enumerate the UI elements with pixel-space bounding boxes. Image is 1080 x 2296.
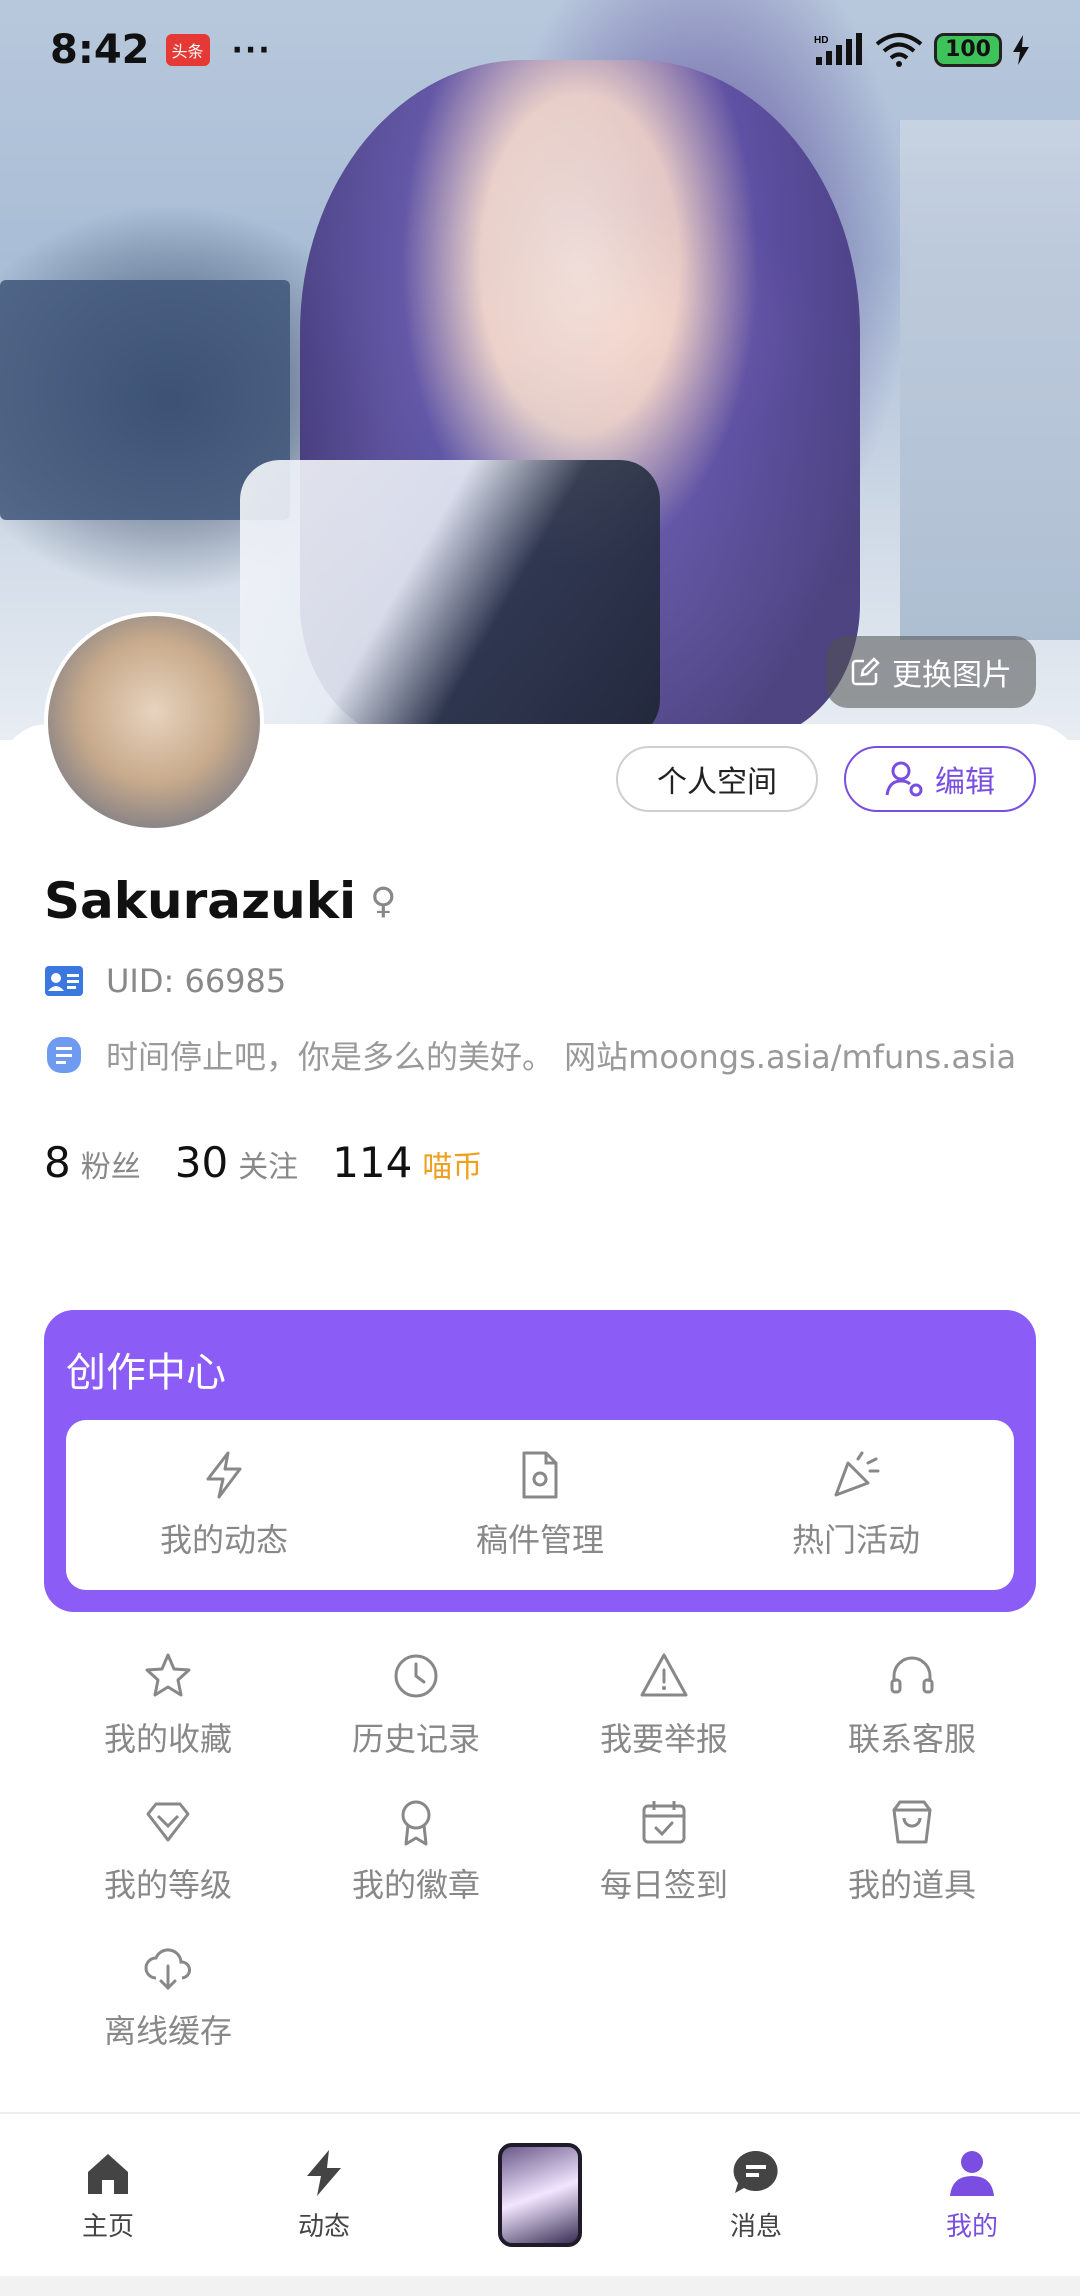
history-label: 历史记录: [351, 1720, 480, 1758]
cloud-download-icon: [144, 1948, 191, 1991]
charging-icon: [1013, 35, 1029, 65]
lightning-icon: [307, 2149, 341, 2196]
creator-center-panel: 创作中心 我的动态 稿件管理 热门活动: [44, 1310, 1036, 1612]
daily-checkin-button[interactable]: 每日签到: [540, 1796, 788, 1906]
more-notifications-icon: ···: [231, 32, 272, 68]
function-grid: 我的收藏 历史记录 我要举报 联系客服 我的等级 我的徽章 每日签到 我的道具 …: [44, 1650, 1036, 2052]
chat-icon: [733, 2150, 778, 2193]
svg-text:HD: HD: [814, 35, 828, 46]
my-activity-label: 我的动态: [159, 1521, 288, 1559]
uid-row: UID: 66985: [44, 962, 286, 1000]
hot-events-button[interactable]: 热门活动: [698, 1420, 1014, 1590]
tab-messages-label: 消息: [729, 2211, 782, 2242]
tab-home-label: 主页: [81, 2211, 134, 2242]
bio-row: 时间停止吧，你是多么的美好。 网站moongs.asia/mfuns.asia: [44, 1032, 1016, 1078]
user-icon: [950, 2150, 994, 2196]
uid-text: UID: 66985: [106, 962, 287, 1000]
badge-icon: [401, 1800, 431, 1846]
home-icon: [88, 2153, 128, 2194]
center-avatar: [498, 2143, 582, 2247]
tab-messages[interactable]: 消息: [648, 2114, 864, 2276]
daily-checkin-label: 每日签到: [599, 1866, 728, 1904]
warning-icon: [640, 1653, 688, 1697]
lightning-icon: [206, 1451, 242, 1499]
following-count: 30: [174, 1138, 229, 1187]
edit-profile-label: 编辑: [935, 765, 995, 800]
personal-space-button[interactable]: 个人空间: [616, 746, 818, 812]
creator-center-items: 我的动态 稿件管理 热门活动: [66, 1420, 1014, 1590]
tab-me-label: 我的: [945, 2211, 998, 2242]
hot-events-label: 热门活动: [791, 1521, 920, 1559]
favorites-label: 我的收藏: [103, 1720, 232, 1758]
tab-home[interactable]: 主页: [0, 2114, 216, 2276]
system-navigation-bar: [0, 2276, 1080, 2296]
signal-icon: HD: [814, 33, 863, 65]
battery-indicator: 100: [934, 33, 1002, 67]
followers-count: 8: [44, 1138, 71, 1187]
calendar-check-icon: [642, 1801, 686, 1844]
bottom-tab-bar: 主页 动态 消息 我的: [0, 2112, 1080, 2276]
tab-dynamic[interactable]: 动态: [216, 2114, 432, 2276]
username: Sakurazuki: [44, 872, 357, 930]
user-settings-icon: [885, 761, 923, 797]
manuscript-management-label: 稿件管理: [475, 1521, 604, 1559]
clock-icon: [394, 1654, 438, 1698]
party-popper-icon: [834, 1451, 880, 1497]
my-items-label: 我的道具: [847, 1866, 976, 1904]
gender-female-icon: ♀: [370, 880, 397, 922]
bio-text: 时间停止吧，你是多么的美好。 网站moongs.asia/mfuns.asia: [106, 1038, 1017, 1076]
report-label: 我要举报: [599, 1720, 728, 1758]
coins-label: 喵币: [422, 1150, 483, 1185]
edit-profile-button[interactable]: 编辑: [844, 746, 1036, 812]
my-activity-button[interactable]: 我的动态: [66, 1420, 382, 1590]
headphones-icon: [890, 1656, 934, 1694]
coins-stat[interactable]: 114 喵币: [332, 1138, 482, 1187]
offline-cache-label: 离线缓存: [103, 2012, 232, 2050]
following-stat[interactable]: 30 关注: [175, 1138, 298, 1187]
tab-dynamic-label: 动态: [297, 2211, 350, 2242]
offline-cache-button[interactable]: 离线缓存: [44, 1942, 292, 2052]
favorites-button[interactable]: 我的收藏: [44, 1650, 292, 1760]
following-label: 关注: [238, 1150, 299, 1185]
manuscript-management-button[interactable]: 稿件管理: [382, 1420, 698, 1590]
customer-service-label: 联系客服: [847, 1720, 976, 1758]
my-level-button[interactable]: 我的等级: [44, 1796, 292, 1906]
tab-center[interactable]: [432, 2114, 648, 2276]
news-app-badge: 头条: [165, 34, 210, 66]
report-button[interactable]: 我要举报: [540, 1650, 788, 1760]
followers-label: 粉丝: [80, 1150, 141, 1185]
id-card-icon: [45, 966, 83, 996]
my-badges-button[interactable]: 我的徽章: [292, 1796, 540, 1906]
file-gear-icon: [522, 1451, 558, 1499]
history-button[interactable]: 历史记录: [292, 1650, 540, 1760]
note-icon: [47, 1037, 81, 1073]
my-badges-label: 我的徽章: [351, 1866, 480, 1904]
tab-me[interactable]: 我的: [864, 2114, 1080, 2276]
stats-row: 8 粉丝 30 关注 114 喵币: [44, 1138, 482, 1187]
avatar[interactable]: [44, 612, 264, 832]
change-picture-button[interactable]: 更换图片: [826, 636, 1036, 708]
edit-square-icon: [851, 657, 880, 686]
diamond-icon: [146, 1802, 190, 1842]
status-bar: 8:42 头条 ··· HD 100: [0, 0, 1080, 100]
customer-service-button[interactable]: 联系客服: [788, 1650, 1036, 1760]
star-icon: [145, 1653, 191, 1697]
my-items-button[interactable]: 我的道具: [788, 1796, 1036, 1906]
bag-icon: [892, 1800, 932, 1844]
change-picture-label: 更换图片: [892, 658, 1012, 693]
coins-count: 114: [332, 1138, 413, 1187]
followers-stat[interactable]: 8 粉丝: [44, 1138, 141, 1187]
creator-center-title: 创作中心: [66, 1350, 226, 1396]
username-row: Sakurazuki ♀: [44, 872, 396, 930]
my-level-label: 我的等级: [103, 1866, 232, 1904]
status-time: 8:42: [50, 27, 150, 73]
wifi-icon: [875, 33, 923, 67]
